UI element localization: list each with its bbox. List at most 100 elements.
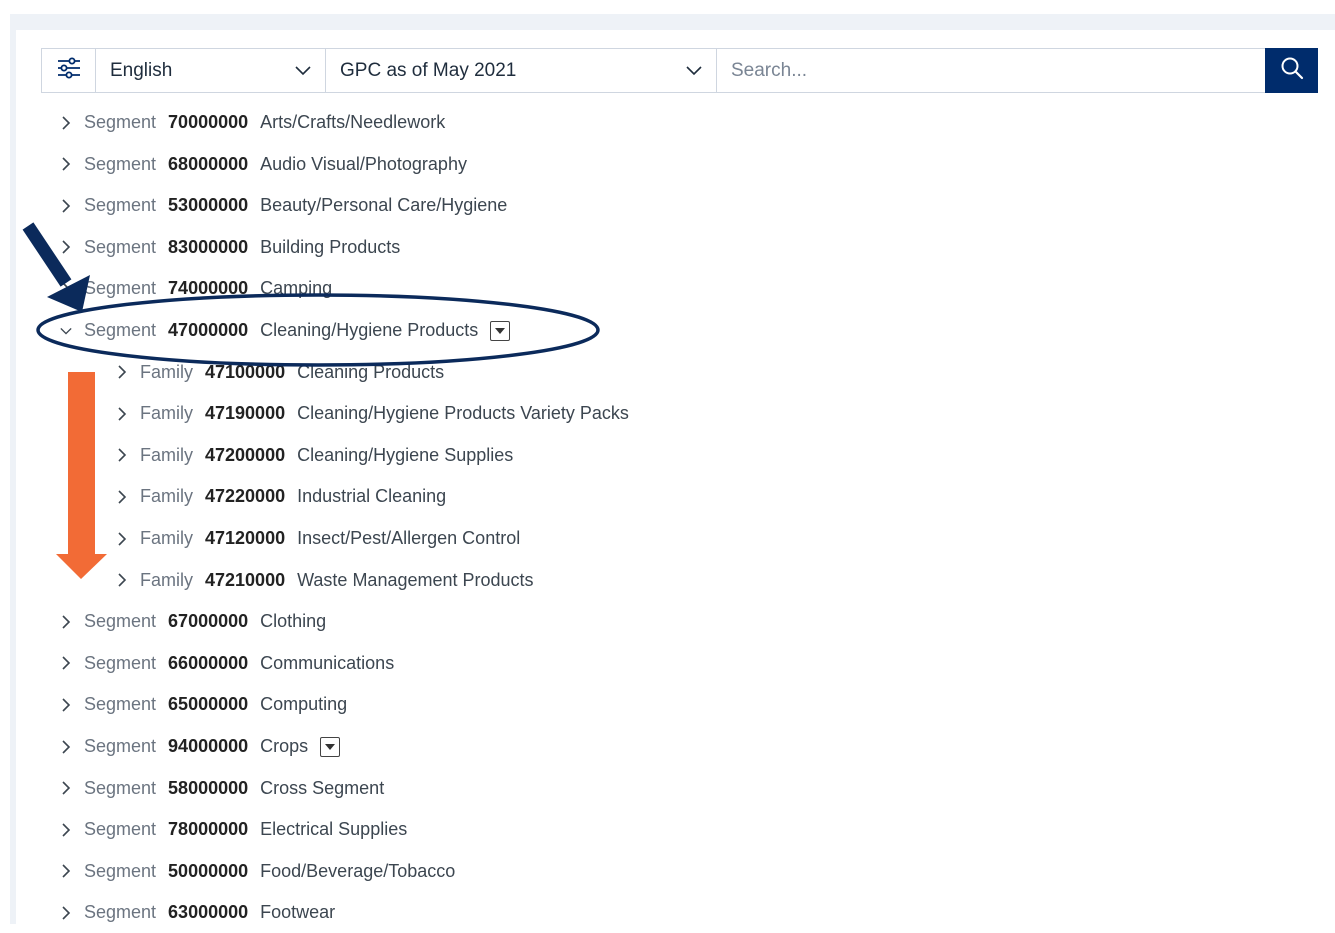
- chevron-right-icon[interactable]: [60, 199, 72, 213]
- tree-row-kind: Family: [140, 528, 193, 548]
- tree-row-segment[interactable]: Segment 94000000 Crops: [60, 726, 341, 767]
- tree-row-kind: Segment: [84, 860, 157, 881]
- tree-row-kind: Segment: [84, 902, 157, 923]
- tree-row-family[interactable]: Family 47220000 Industrial Cleaning: [116, 476, 446, 517]
- dropdown-menu-icon[interactable]: [490, 320, 511, 341]
- tree-row-code: 68000000: [168, 153, 249, 174]
- tree-row-segment[interactable]: Segment 63000000 Footwear: [60, 892, 335, 933]
- tree-row-segment[interactable]: Segment 53000000 Beauty/Personal Care/Hygi…: [60, 185, 507, 226]
- tree-row-code: 67000000: [168, 611, 249, 632]
- tree-row-title: Waste Management Products: [297, 569, 534, 590]
- language-value: English: [110, 59, 173, 81]
- tree-row-segment[interactable]: Segment 74000000 Camping: [60, 268, 332, 309]
- chevron-right-icon[interactable]: [116, 407, 128, 421]
- tree-row-kind: Family: [140, 403, 193, 424]
- dropdown-menu-icon[interactable]: [320, 736, 341, 757]
- tree-row-title: Insect/Pest/Allergen Control: [297, 528, 521, 548]
- chevron-right-icon[interactable]: [60, 115, 72, 130]
- tree-row-code: 47000000: [168, 320, 249, 340]
- tree-row-title: Computing: [260, 694, 348, 715]
- chevron-right-icon[interactable]: [116, 531, 128, 546]
- tree-row-kind: Segment: [84, 819, 157, 840]
- chevron-right-icon[interactable]: [60, 282, 72, 296]
- chevron-right-icon[interactable]: [60, 906, 72, 920]
- tree-row-family[interactable]: Family 47190000 Cleaning/Hygiene Products …: [116, 393, 629, 434]
- tree-row-kind: Segment: [84, 777, 157, 798]
- tree-row-kind: Segment: [84, 694, 157, 715]
- tree-row-kind: Segment: [84, 320, 157, 340]
- tree-row-title: Audio Visual/Photography: [260, 153, 467, 174]
- tree-row-code: 63000000: [168, 902, 249, 923]
- tree-row-segment[interactable]: Segment 67000000 Clothing: [60, 601, 326, 642]
- tree-row-title: Camping: [260, 278, 333, 299]
- tree-row-code: 47200000: [205, 444, 286, 465]
- tree-row-segment[interactable]: Segment 68000000 Audio Visual/Photography: [60, 144, 467, 185]
- chevron-right-icon[interactable]: [60, 157, 72, 171]
- chevron-down-icon[interactable]: [60, 325, 72, 337]
- tree-row-segment[interactable]: Segment 66000000 Communications: [60, 643, 394, 684]
- chevron-right-icon[interactable]: [60, 656, 72, 670]
- chevron-right-icon[interactable]: [60, 698, 72, 712]
- tree-row-code: 94000000: [168, 736, 249, 756]
- chevron-down-icon: [686, 60, 702, 82]
- tree-row-kind: Segment: [84, 112, 157, 132]
- tree-row-title: Cleaning/Hygiene Products: [260, 320, 479, 340]
- tree-row-kind: Segment: [84, 153, 157, 174]
- tree-row-code: 70000000: [168, 112, 249, 132]
- left-border-strip: [10, 14, 16, 924]
- tree-row-kind: Family: [140, 569, 193, 590]
- tree-row-segment[interactable]: Segment 50000000 Food/Beverage/Tobacco: [60, 851, 455, 892]
- gpc-version-select[interactable]: GPC as of May 2021: [326, 49, 717, 92]
- search-button[interactable]: [1265, 48, 1318, 93]
- chevron-right-icon[interactable]: [60, 864, 72, 878]
- top-border-strip: [10, 14, 1335, 30]
- tree-row-title: Communications: [260, 652, 395, 673]
- tree-row-segment[interactable]: Segment 47000000 Cleaning/Hygiene Products: [60, 310, 511, 351]
- tree-row-kind: Family: [140, 361, 193, 382]
- tree-row-kind: Segment: [84, 195, 157, 216]
- tree-row-title: Electrical Supplies: [260, 819, 408, 840]
- tree-row-code: 65000000: [168, 694, 249, 715]
- tree-row-code: 58000000: [168, 777, 249, 798]
- chevron-right-icon[interactable]: [60, 615, 72, 629]
- tree-row-code: 66000000: [168, 652, 249, 673]
- tree-row-kind: Segment: [84, 278, 157, 299]
- chevron-right-icon[interactable]: [116, 573, 128, 587]
- tree-row-family[interactable]: Family 47200000 Cleaning/Hygiene Supplies: [116, 435, 513, 476]
- tree-row-segment[interactable]: Segment 78000000 Electrical Supplies: [60, 809, 407, 850]
- tree-row-family[interactable]: Family 47120000 Insect/Pest/Allergen Contr…: [116, 518, 520, 559]
- chevron-right-icon[interactable]: [60, 781, 72, 795]
- tree-row-segment[interactable]: Segment 70000000 Arts/Crafts/Needlework: [60, 102, 445, 143]
- tree-row-kind: Segment: [84, 736, 157, 756]
- tree-row-title: Beauty/Personal Care/Hygiene: [260, 195, 508, 216]
- chevron-right-icon[interactable]: [60, 823, 72, 837]
- tree-row-title: Cleaning/Hygiene Supplies: [297, 444, 514, 465]
- language-select[interactable]: English: [96, 49, 326, 92]
- tree-row-kind: Segment: [84, 236, 157, 257]
- chevron-right-icon[interactable]: [116, 448, 128, 462]
- chevron-right-icon[interactable]: [60, 739, 72, 754]
- filter-button[interactable]: [42, 49, 96, 92]
- chevron-right-icon[interactable]: [60, 240, 72, 254]
- tree-row-segment[interactable]: Segment 58000000 Cross Segment: [60, 768, 384, 809]
- gpc-version-value: GPC as of May 2021: [340, 59, 517, 81]
- tree-row-title: Building Products: [260, 236, 401, 257]
- tree-row-title: Food/Beverage/Tobacco: [260, 860, 456, 881]
- tree-row-segment[interactable]: Segment 65000000 Computing: [60, 684, 347, 725]
- tree-row-family[interactable]: Family 47100000 Cleaning Products: [116, 352, 444, 393]
- tree-row-segment[interactable]: Segment 83000000 Building Products: [60, 227, 400, 268]
- tree-row-kind: Segment: [84, 652, 157, 673]
- tree-row-title: Cleaning/Hygiene Products Variety Packs: [297, 403, 629, 424]
- tree-row-code: 78000000: [168, 819, 249, 840]
- chevron-right-icon[interactable]: [116, 490, 128, 504]
- tree-row-title: Industrial Cleaning: [297, 486, 447, 507]
- search-icon: [1280, 56, 1304, 85]
- chevron-down-icon: [295, 60, 311, 82]
- sliders-icon: [56, 56, 82, 85]
- tree-row-code: 74000000: [168, 278, 249, 299]
- chevron-right-icon[interactable]: [116, 365, 128, 379]
- tree-row-title: Crops: [260, 736, 309, 756]
- tree-row-family[interactable]: Family 47210000 Waste Management Products: [116, 560, 534, 601]
- tree-row-code: 53000000: [168, 195, 249, 216]
- search-input[interactable]: [717, 49, 1265, 92]
